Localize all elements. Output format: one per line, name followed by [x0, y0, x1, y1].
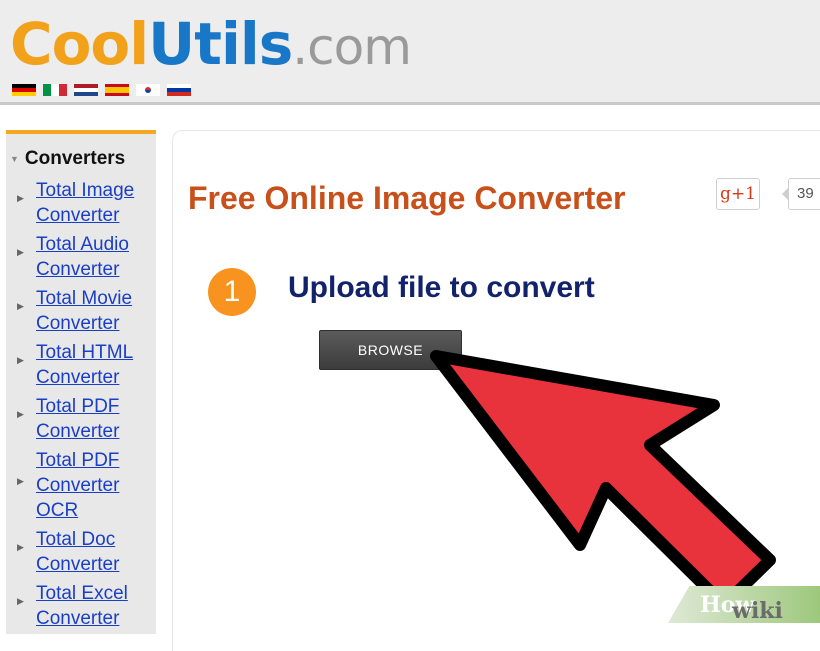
sidebar-item-total-pdf-converter-ocr: ▶ Total PDF Converter OCR — [6, 448, 156, 523]
triangle-bullet-icon: ▶ — [17, 409, 24, 419]
sidebar-link[interactable]: Total PDF Converter OCR — [36, 448, 136, 523]
italian-flag[interactable] — [43, 84, 67, 96]
dutch-flag[interactable] — [74, 84, 98, 96]
coolutils-logo[interactable]: CoolUtils.com — [10, 14, 412, 76]
sidebar-link[interactable]: Total Audio Converter — [36, 232, 156, 282]
collapse-caret-icon: ▼ — [10, 153, 19, 164]
sidebar-link[interactable]: Total HTML Converter — [36, 340, 156, 390]
step-label: Upload file to convert — [288, 271, 595, 304]
sidebar-link[interactable]: Total Movie Converter — [36, 286, 156, 336]
sidebar: ▼ Converters ▶ Total Image Converter ▶ To… — [6, 130, 156, 634]
page-title: Free Online Image Converter — [188, 180, 626, 216]
russian-flag[interactable] — [167, 84, 191, 96]
sidebar-item-total-audio-converter: ▶ Total Audio Converter — [6, 232, 156, 282]
wikihow-watermark: wiki How — [668, 586, 820, 623]
triangle-bullet-icon: ▶ — [17, 476, 24, 486]
site-header: CoolUtils.com — [0, 0, 820, 105]
triangle-bullet-icon: ▶ — [17, 301, 24, 311]
triangle-bullet-icon: ▶ — [17, 247, 24, 257]
sidebar-link[interactable]: Total Excel Converter — [36, 581, 156, 631]
sidebar-item-total-excel-converter: ▶ Total Excel Converter — [6, 581, 156, 631]
google-plus-button[interactable]: g+1 — [716, 178, 760, 210]
sidebar-item-total-image-converter: ▶ Total Image Converter — [6, 178, 156, 228]
triangle-bullet-icon: ▶ — [17, 193, 24, 203]
sidebar-link[interactable]: Total PDF Converter — [36, 394, 156, 444]
german-flag[interactable] — [12, 84, 36, 96]
triangle-bullet-icon: ▶ — [17, 596, 24, 606]
triangle-bullet-icon: ▶ — [17, 542, 24, 552]
spanish-flag[interactable] — [105, 84, 129, 96]
sidebar-list: ▶ Total Image Converter ▶ Total Audio Co… — [6, 178, 156, 635]
sidebar-link[interactable]: Total Image Converter — [36, 178, 156, 228]
sidebar-title[interactable]: ▼ Converters — [10, 148, 125, 170]
google-plus-count: 39 — [782, 178, 820, 210]
sidebar-item-total-pdf-converter: ▶ Total PDF Converter — [6, 394, 156, 444]
language-flags — [12, 84, 191, 96]
step-number-badge: 1 — [208, 268, 256, 316]
browse-button[interactable]: BROWSE — [319, 330, 462, 370]
korean-flag[interactable] — [136, 84, 160, 96]
sidebar-item-total-html-converter: ▶ Total HTML Converter — [6, 340, 156, 390]
sidebar-item-total-movie-converter: ▶ Total Movie Converter — [6, 286, 156, 336]
sidebar-item-total-doc-converter: ▶ Total Doc Converter — [6, 527, 156, 577]
triangle-bullet-icon: ▶ — [17, 355, 24, 365]
sidebar-link[interactable]: Total Doc Converter — [36, 527, 156, 577]
